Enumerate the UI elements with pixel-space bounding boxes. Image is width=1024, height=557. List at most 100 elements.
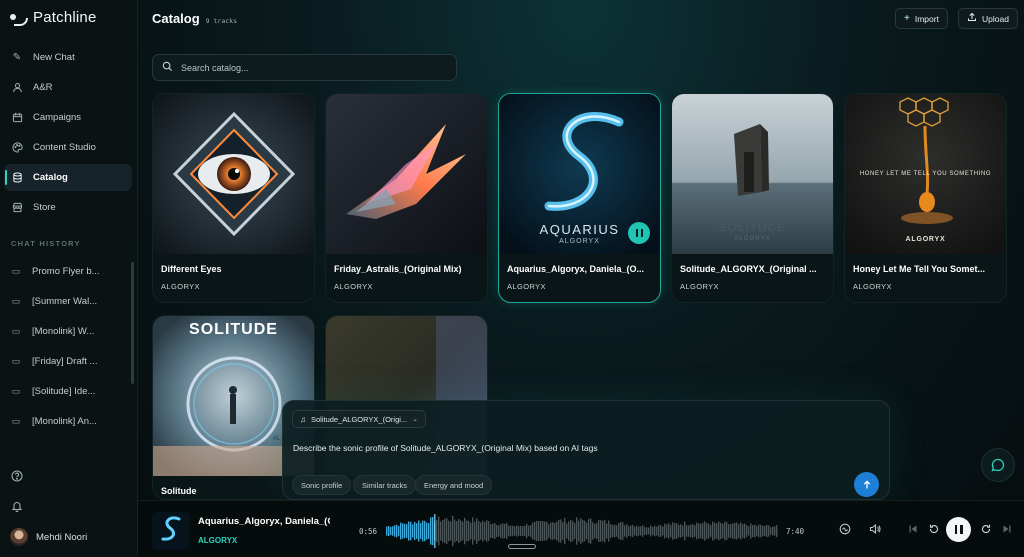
waveform-bar — [392, 526, 394, 536]
waveform-bar — [548, 524, 550, 538]
waveform-bar — [578, 520, 580, 542]
waveform-bar — [752, 524, 754, 538]
waveform-bar — [746, 525, 748, 537]
upload-icon — [967, 12, 977, 25]
waveform-bar — [614, 524, 616, 538]
bell-icon[interactable] — [10, 499, 24, 513]
waveform-bar — [660, 525, 662, 537]
waveform-bar — [466, 520, 468, 542]
waveform-bar — [698, 523, 700, 539]
waveform-bar — [520, 525, 522, 537]
waveform-bar — [410, 521, 412, 541]
suggestion-similar-tracks[interactable]: Similar tracks — [353, 475, 417, 495]
message-icon: ▭ — [11, 325, 21, 336]
user-profile[interactable]: Mehdi Noori — [10, 528, 87, 546]
waveform-bar — [588, 518, 590, 544]
patchline-logo-icon — [9, 10, 29, 26]
waveform-bar — [722, 523, 724, 539]
chat-history-item[interactable]: ▭ [Friday] Draft ... — [4, 346, 128, 376]
waveform-bar — [678, 524, 680, 538]
waveform-bar — [444, 518, 446, 544]
skip-previous-icon[interactable] — [906, 522, 920, 536]
total-duration: 7:40 — [786, 527, 805, 536]
waveform-bar — [400, 522, 402, 540]
waveform-bar — [616, 525, 618, 537]
track-card-playing[interactable]: AQUARIUS ALGORYX Aquarius_Algoryx, Danie… — [498, 93, 661, 303]
waveform-bar — [524, 525, 526, 537]
track-card[interactable]: Different Eyes ALGORYX — [152, 93, 315, 303]
chat-history-item[interactable]: ▭ [Monolink] W... — [4, 316, 128, 346]
chat-input[interactable]: Describe the sonic profile of Solitude_A… — [293, 443, 598, 453]
waveform-bar — [680, 524, 682, 538]
waveform-bar — [538, 520, 540, 542]
sidebar-scrollbar[interactable] — [131, 262, 134, 384]
nav-item-new-chat[interactable]: ✎ New Chat — [4, 44, 132, 71]
suggestion-sonic-profile[interactable]: Sonic profile — [292, 475, 352, 495]
waveform-bar — [464, 517, 466, 545]
chat-history-item[interactable]: ▭ Promo Flyer b... — [4, 256, 128, 286]
player-artwork[interactable] — [152, 512, 190, 550]
track-artwork — [326, 94, 487, 254]
upload-button[interactable]: Upload — [958, 8, 1018, 29]
help-icon[interactable] — [10, 469, 24, 483]
waveform-bar — [534, 521, 536, 541]
waveform-bar — [476, 518, 478, 544]
waveform-bar — [416, 523, 418, 539]
fast-forward-icon[interactable] — [979, 522, 993, 536]
track-card[interactable]: HONEY LET ME TELL YOU SOMETHING ALGORYX … — [844, 93, 1007, 303]
waveform-bar — [732, 523, 734, 539]
playhead[interactable] — [434, 514, 436, 548]
catalog-search[interactable] — [152, 54, 457, 81]
waveform-bar — [602, 520, 604, 542]
send-button[interactable] — [854, 472, 879, 497]
pause-button[interactable] — [628, 222, 650, 244]
track-card[interactable]: SOLITUDE ALGORYX Solitude_ALGORYX_(Origi… — [671, 93, 834, 303]
nav-item-a-and-r[interactable]: A&R — [4, 74, 132, 101]
rewind-icon[interactable] — [927, 522, 941, 536]
track-title: Aquarius_Algoryx, Daniela_(O... — [507, 264, 645, 274]
import-button[interactable]: + Import — [895, 8, 948, 29]
volume-icon[interactable] — [868, 522, 882, 536]
context-track-chip[interactable]: ♫ Solitude_ALGORYX_(Origi... ⌄ — [292, 410, 427, 428]
waveform-bar — [750, 523, 752, 539]
chat-bubble-icon[interactable] — [981, 448, 1015, 482]
waveform-bar — [496, 525, 498, 537]
player-track-artist[interactable]: ALGORYX — [198, 536, 237, 545]
suggestion-energy-mood[interactable]: Energy and mood — [415, 475, 493, 495]
play-pause-button[interactable] — [946, 517, 971, 542]
artwork-subtitle: AL — [273, 436, 281, 442]
waveform-bar — [766, 524, 768, 538]
waveform-bar — [470, 522, 472, 540]
nav-item-catalog[interactable]: Catalog — [4, 164, 132, 191]
nav-item-content-studio[interactable]: Content Studio — [4, 134, 132, 161]
app-logo[interactable]: Patchline — [9, 9, 97, 26]
waveform-bar — [412, 524, 414, 538]
ai-analysis-icon[interactable] — [838, 522, 852, 536]
waveform-bar — [388, 525, 390, 537]
waveform-bar — [662, 526, 664, 536]
waveform-bar — [762, 525, 764, 537]
waveform-bar — [606, 523, 608, 539]
chat-composer: ♫ Solitude_ALGORYX_(Origi... ⌄ Describe … — [282, 400, 890, 500]
search-icon — [162, 61, 173, 75]
waveform-bar — [688, 525, 690, 537]
chat-history-item[interactable]: ▭ [Monolink] An... — [4, 406, 128, 436]
search-input[interactable] — [181, 62, 441, 73]
waveform-bar — [490, 524, 492, 538]
chat-history-item[interactable]: ▭ [Solitude] Ide... — [4, 376, 128, 406]
message-icon: ▭ — [11, 415, 21, 426]
waveform-bar — [542, 521, 544, 541]
chat-history-item[interactable]: ▭ [Summer Wal... — [4, 286, 128, 316]
nav-item-campaigns[interactable]: Campaigns — [4, 104, 132, 131]
waveform-bar — [764, 525, 766, 537]
waveform-bar — [586, 522, 588, 540]
waveform-bar — [518, 526, 520, 536]
scroll-handle[interactable] — [508, 544, 536, 549]
upload-label: Upload — [982, 13, 1009, 24]
nav-item-store[interactable]: Store — [4, 194, 132, 221]
waveform-bar — [488, 521, 490, 541]
waveform-bar — [716, 523, 718, 539]
skip-next-icon[interactable] — [1000, 522, 1014, 536]
track-card[interactable]: Friday_Astralis_(Original Mix) ALGORYX — [325, 93, 488, 303]
waveform-scrubber[interactable] — [386, 514, 778, 548]
